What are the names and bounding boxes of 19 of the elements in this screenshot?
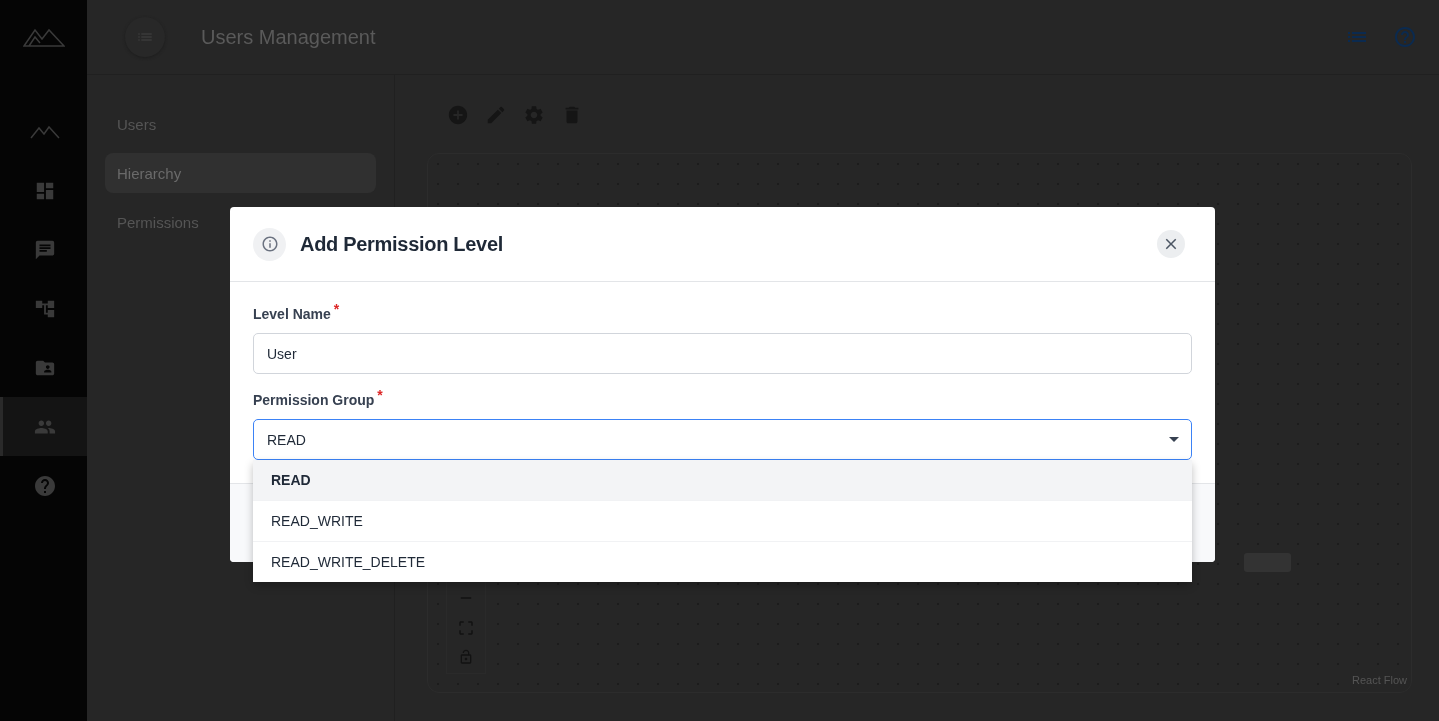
dropdown-option[interactable]: READ — [253, 460, 1192, 501]
chat-icon — [34, 238, 56, 261]
help-icon — [1393, 25, 1417, 49]
rail-item[interactable] — [0, 397, 87, 456]
help-icon — [33, 473, 57, 498]
close-button[interactable] — [1157, 230, 1185, 258]
help-button[interactable] — [1393, 25, 1417, 49]
logo-icon — [22, 26, 65, 48]
dialog-title: Add Permission Level — [300, 232, 504, 256]
info-glyph — [260, 235, 279, 253]
required-mark: * — [333, 301, 340, 317]
mountain-icon — [30, 124, 60, 139]
input-field[interactable]: User — [253, 333, 1192, 374]
field-label: Level Name — [253, 306, 331, 322]
dropdown-option[interactable]: READ_WRITE — [253, 501, 1192, 542]
caret-icon — [1169, 437, 1179, 442]
dropdown-option[interactable]: READ_WRITE_DELETE — [253, 542, 1192, 582]
field-label: Permission Group — [253, 392, 375, 408]
required-mark: * — [377, 387, 383, 403]
